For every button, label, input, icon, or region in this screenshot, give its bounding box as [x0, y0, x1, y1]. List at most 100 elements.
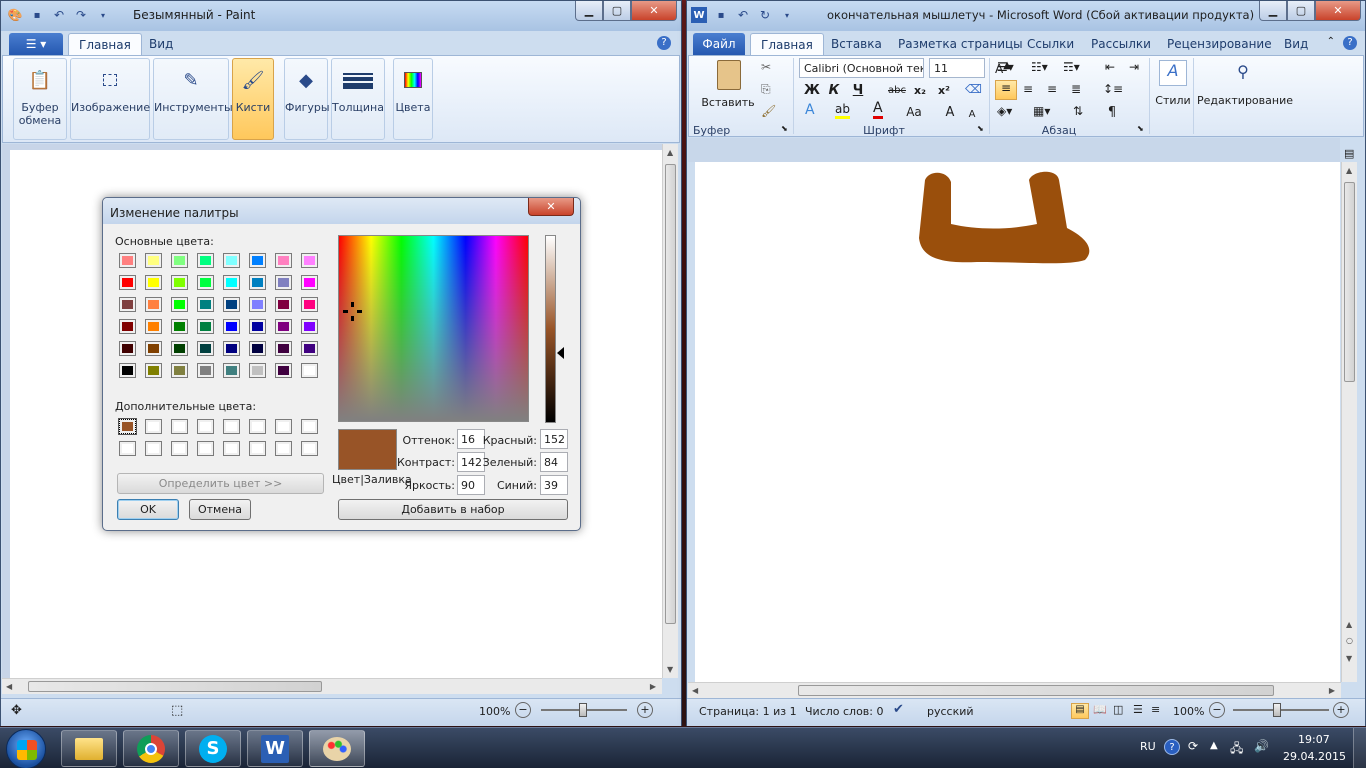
- styles-button[interactable]: A Стили: [1155, 58, 1191, 120]
- undo-icon[interactable]: ↶: [51, 7, 67, 23]
- custom-swatch[interactable]: [119, 441, 136, 456]
- shrink-font-button[interactable]: A: [961, 104, 983, 124]
- basic-swatch[interactable]: [197, 341, 214, 356]
- word-qat-dropdown-icon[interactable]: ▾: [779, 7, 795, 23]
- show-desktop-button[interactable]: [1353, 728, 1366, 768]
- volume-icon[interactable]: 🔊: [1254, 739, 1269, 753]
- word-zoom-out-button[interactable]: −: [1209, 702, 1225, 718]
- luminosity-bar[interactable]: [545, 235, 556, 423]
- basic-swatch[interactable]: [223, 319, 240, 334]
- group-tools[interactable]: ✎ Инструменты: [153, 58, 233, 140]
- basic-swatch[interactable]: [119, 319, 136, 334]
- dialog-close-button[interactable]: ✕: [528, 198, 574, 216]
- custom-swatch[interactable]: [223, 441, 240, 456]
- word-maximize-button[interactable]: ▢: [1287, 1, 1315, 21]
- zoom-in-button[interactable]: +: [637, 702, 653, 718]
- qat-dropdown-icon[interactable]: ▾: [95, 7, 111, 23]
- word-save-icon[interactable]: ▪: [713, 7, 729, 23]
- word-zoom-slider[interactable]: [1233, 703, 1329, 717]
- clear-formatting-icon[interactable]: ⌫: [965, 82, 982, 96]
- highlight-icon[interactable]: ab: [835, 102, 850, 119]
- basic-swatch[interactable]: [119, 297, 136, 312]
- basic-swatch[interactable]: [171, 275, 188, 290]
- basic-swatch[interactable]: [197, 363, 214, 378]
- basic-swatch[interactable]: [223, 297, 240, 312]
- bullets-icon[interactable]: ☰▾: [997, 60, 1014, 74]
- basic-swatch[interactable]: [301, 363, 318, 378]
- taskbar-chrome[interactable]: [123, 730, 179, 767]
- basic-swatch[interactable]: [145, 319, 162, 334]
- custom-swatch[interactable]: [145, 441, 162, 456]
- group-clipboard[interactable]: 📋 Буфер обмена: [13, 58, 67, 140]
- decrease-indent-icon[interactable]: ⇤: [1105, 60, 1115, 74]
- custom-swatch[interactable]: [275, 419, 292, 434]
- justify-icon[interactable]: ≣: [1071, 82, 1081, 96]
- basic-swatch[interactable]: [171, 297, 188, 312]
- custom-swatch[interactable]: [301, 441, 318, 456]
- clipboard-launcher-icon[interactable]: ⬊: [781, 124, 788, 133]
- basic-swatch[interactable]: [171, 319, 188, 334]
- paint-zoom-slider[interactable]: [541, 703, 627, 717]
- word-redo-icon[interactable]: ↻: [757, 7, 773, 23]
- basic-swatch[interactable]: [223, 275, 240, 290]
- word-undo-icon[interactable]: ↶: [735, 7, 751, 23]
- bold-button[interactable]: Ж: [801, 80, 823, 100]
- tab-page-layout[interactable]: Разметка страницы: [888, 33, 1033, 55]
- proofing-icon[interactable]: ✔: [893, 702, 904, 717]
- group-colors[interactable]: Цвета: [393, 58, 433, 140]
- page-count[interactable]: Страница: 1 из 1: [699, 705, 797, 718]
- red-field[interactable]: 152: [540, 429, 568, 449]
- basic-swatch[interactable]: [249, 319, 266, 334]
- basic-swatch[interactable]: [145, 253, 162, 268]
- ribbon-collapse-icon[interactable]: ⌃: [1327, 36, 1335, 47]
- word-zoom-value[interactable]: 100%: [1173, 705, 1204, 718]
- basic-swatch[interactable]: [145, 363, 162, 378]
- word-help-icon[interactable]: ?: [1343, 36, 1357, 50]
- font-size-combo[interactable]: 11: [929, 58, 985, 78]
- taskbar-explorer[interactable]: [61, 730, 117, 767]
- basic-swatch[interactable]: [275, 363, 292, 378]
- group-brushes[interactable]: 🖌 Кисти: [232, 58, 274, 140]
- green-field[interactable]: 84: [540, 452, 568, 472]
- align-left-button[interactable]: ≡: [995, 80, 1017, 100]
- basic-swatch[interactable]: [223, 363, 240, 378]
- tab-file[interactable]: Файл: [693, 33, 745, 55]
- basic-swatch[interactable]: [275, 341, 292, 356]
- basic-swatch[interactable]: [275, 275, 292, 290]
- show-hidden-icons-icon[interactable]: ▲: [1210, 740, 1218, 751]
- basic-swatch[interactable]: [249, 297, 266, 312]
- custom-swatch[interactable]: [223, 419, 240, 434]
- draft-view-icon[interactable]: ≡: [1151, 703, 1160, 716]
- basic-swatch[interactable]: [119, 253, 136, 268]
- basic-swatch[interactable]: [249, 275, 266, 290]
- word-document-page[interactable]: [695, 162, 1340, 682]
- custom-swatch[interactable]: [249, 441, 266, 456]
- full-screen-reading-icon[interactable]: 📖: [1093, 703, 1107, 716]
- basic-swatch[interactable]: [249, 341, 266, 356]
- tray-sync-icon[interactable]: ⟳: [1188, 739, 1198, 753]
- borders-icon[interactable]: ▦▾: [1033, 104, 1050, 118]
- basic-swatch[interactable]: [145, 341, 162, 356]
- clock-time[interactable]: 19:07: [1298, 733, 1330, 746]
- paint-menu-button[interactable]: ☰ ▾: [9, 33, 63, 55]
- shading-icon[interactable]: ◈▾: [997, 104, 1012, 118]
- subscript-button[interactable]: x₂: [909, 80, 931, 100]
- word-minimize-button[interactable]: ▁: [1259, 1, 1287, 21]
- luminosity-slider-arrow-icon[interactable]: [557, 347, 564, 359]
- zoom-out-button[interactable]: −: [515, 702, 531, 718]
- tray-help-icon[interactable]: ?: [1164, 739, 1180, 755]
- word-close-button[interactable]: ✕: [1315, 1, 1361, 21]
- cut-icon[interactable]: ✂: [761, 60, 771, 74]
- taskbar-word[interactable]: W: [247, 730, 303, 767]
- dialog-titlebar[interactable]: Изменение палитры ✕: [103, 198, 580, 224]
- web-layout-icon[interactable]: ◫: [1113, 703, 1123, 716]
- print-layout-view-button[interactable]: ▤: [1071, 703, 1089, 719]
- basic-swatch[interactable]: [249, 253, 266, 268]
- basic-swatch[interactable]: [171, 363, 188, 378]
- strikethrough-button[interactable]: abc: [883, 80, 911, 100]
- align-right-icon[interactable]: ≡: [1047, 82, 1057, 96]
- paragraph-launcher-icon[interactable]: ⬊: [1137, 124, 1144, 133]
- ok-button[interactable]: OK: [117, 499, 179, 520]
- basic-swatch[interactable]: [275, 319, 292, 334]
- increase-indent-icon[interactable]: ⇥: [1129, 60, 1139, 74]
